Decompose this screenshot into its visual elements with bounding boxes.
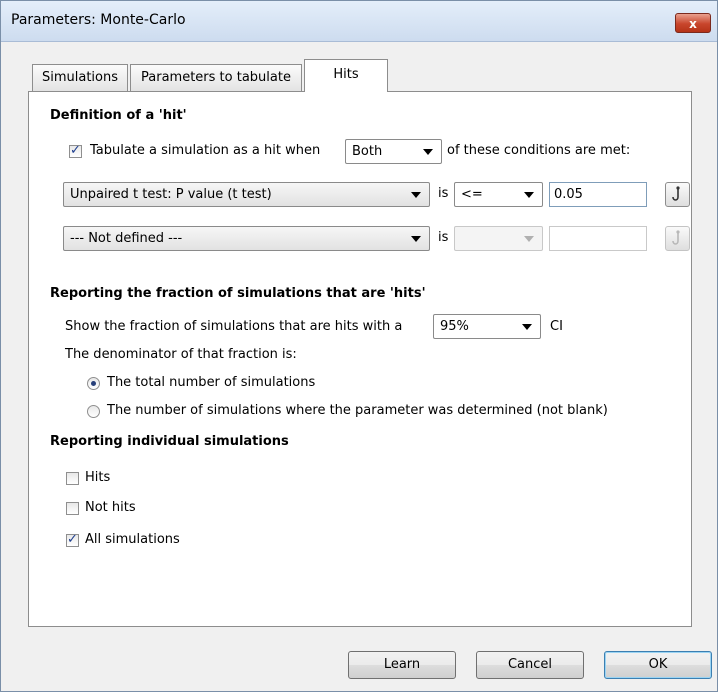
individual-heading: Reporting individual simulations	[50, 434, 289, 449]
chevron-down-icon	[411, 192, 421, 198]
condition-1-operator-value: <=	[461, 187, 483, 202]
denominator-total-label: The total number of simulations	[107, 375, 316, 390]
condition-1-pick-button[interactable]	[665, 182, 690, 207]
ok-button[interactable]: OK	[604, 651, 712, 679]
conditions-suffix: of these conditions are met:	[447, 143, 631, 158]
denominator-label: The denominator of that fraction is:	[65, 347, 297, 362]
condition-2-is-label: is	[438, 230, 449, 245]
cancel-button[interactable]: Cancel	[476, 651, 584, 679]
hits-checkbox[interactable]	[66, 472, 79, 485]
all-simulations-checkbox[interactable]	[66, 532, 79, 547]
title-bar: Parameters: Monte-Carlo x	[1, 1, 717, 42]
chevron-down-icon	[411, 236, 421, 242]
ci-label: CI	[550, 319, 563, 334]
denominator-determined-radio[interactable]	[87, 405, 100, 418]
condition-1-parameter-select[interactable]: Unpaired t test: P value (t test)	[63, 182, 430, 207]
condition-mode-select[interactable]: Both	[345, 139, 442, 164]
condition-1-value-input[interactable]: 0.05	[549, 182, 647, 207]
condition-2-parameter-select[interactable]: --- Not defined ---	[63, 226, 430, 251]
chevron-down-icon	[423, 149, 433, 155]
hits-checkbox-label: Hits	[85, 470, 111, 485]
fraction-heading: Reporting the fraction of simulations th…	[50, 286, 426, 301]
chevron-down-icon	[524, 236, 534, 242]
tabulate-checkbox[interactable]	[69, 143, 82, 158]
close-button[interactable]: x	[675, 13, 711, 33]
confidence-value: 95%	[440, 319, 469, 334]
all-simulations-checkbox-label: All simulations	[85, 532, 180, 547]
dialog-window: Parameters: Monte-Carlo x Simulations Pa…	[0, 0, 718, 692]
condition-1-parameter-value: Unpaired t test: P value (t test)	[70, 187, 272, 202]
tab-parameters-to-tabulate[interactable]: Parameters to tabulate	[130, 64, 302, 91]
close-icon: x	[689, 17, 697, 31]
condition-2-parameter-value: --- Not defined ---	[70, 231, 183, 246]
condition-1-value: 0.05	[554, 187, 583, 202]
condition-mode-value: Both	[352, 144, 383, 159]
tab-simulations[interactable]: Simulations	[32, 64, 128, 91]
denominator-total-radio[interactable]	[87, 377, 100, 390]
not-hits-checkbox-label: Not hits	[85, 500, 136, 515]
condition-2-operator-select[interactable]	[454, 226, 543, 251]
fraction-prefix: Show the fraction of simulations that ar…	[65, 319, 403, 334]
definition-heading: Definition of a 'hit'	[50, 108, 187, 123]
condition-2-pick-button[interactable]	[665, 226, 690, 251]
tabulate-label: Tabulate a simulation as a hit when	[90, 143, 321, 158]
hook-icon	[672, 186, 680, 201]
chevron-down-icon	[524, 192, 534, 198]
confidence-select[interactable]: 95%	[433, 314, 541, 339]
window-title: Parameters: Monte-Carlo	[11, 12, 186, 28]
tab-hits[interactable]: Hits	[304, 59, 388, 92]
chevron-down-icon	[522, 324, 532, 330]
hook-icon	[672, 230, 680, 245]
condition-2-value-input[interactable]	[549, 226, 647, 251]
not-hits-checkbox[interactable]	[66, 502, 79, 515]
condition-1-operator-select[interactable]: <=	[454, 182, 543, 207]
denominator-determined-label: The number of simulations where the para…	[107, 403, 608, 418]
condition-1-is-label: is	[438, 186, 449, 201]
learn-button[interactable]: Learn	[348, 651, 456, 679]
